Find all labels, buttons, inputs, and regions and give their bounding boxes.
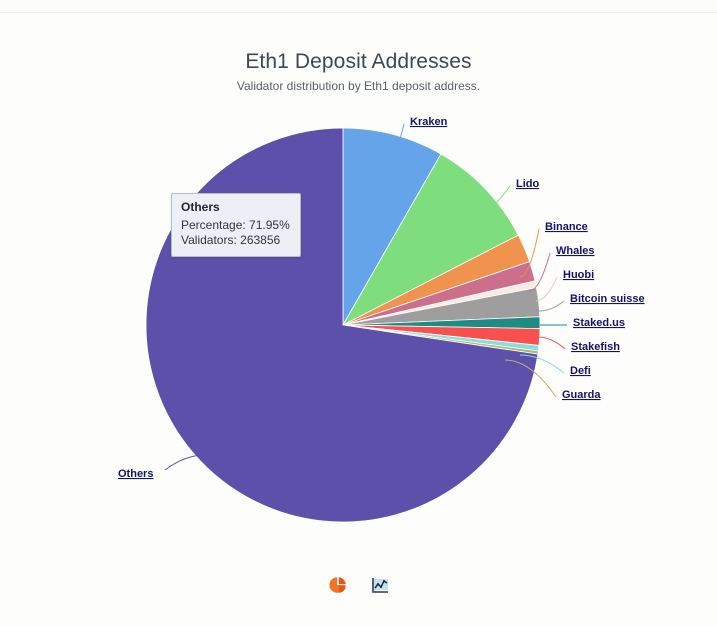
line-chart-icon[interactable] (368, 573, 392, 597)
chart-type-toolbar[interactable] (0, 573, 717, 597)
slice-label-bitcoin-suisse[interactable]: Bitcoin suisse (570, 293, 645, 305)
pie-chart-plot-area: Kraken Lido Binance Whales Huobi Bitcoin suis… (0, 0, 717, 626)
slice-label-whales[interactable]: Whales (556, 245, 595, 257)
leader-line (537, 336, 566, 350)
slice-label-kraken[interactable]: Kraken (410, 116, 448, 128)
slice-label-huobi[interactable]: Huobi (563, 269, 594, 281)
pie-chart-icon-glyph (328, 577, 346, 593)
chart-page: Eth1 Deposit Addresses Validator distrib… (0, 0, 717, 626)
slice-label-guarda[interactable]: Guarda (562, 389, 601, 401)
slice-label-binance[interactable]: Binance (545, 221, 588, 233)
slice-label-others[interactable]: Others (118, 468, 153, 480)
pie-chart-icon[interactable] (326, 573, 350, 597)
slice-label-defi[interactable]: Defi (570, 365, 591, 377)
slice-label-stakefish[interactable]: Stakefish (571, 341, 620, 353)
slice-label-lido[interactable]: Lido (516, 178, 539, 190)
leader-line (538, 300, 565, 312)
line-chart-icon-glyph (371, 578, 388, 593)
slice-label-staked-us[interactable]: Staked.us (573, 317, 625, 329)
leader-line (535, 276, 558, 302)
pie-slices-group[interactable] (145, 127, 541, 523)
pie-chart-svg[interactable]: Kraken Lido Binance Whales Huobi Bitcoin suis… (0, 0, 717, 626)
